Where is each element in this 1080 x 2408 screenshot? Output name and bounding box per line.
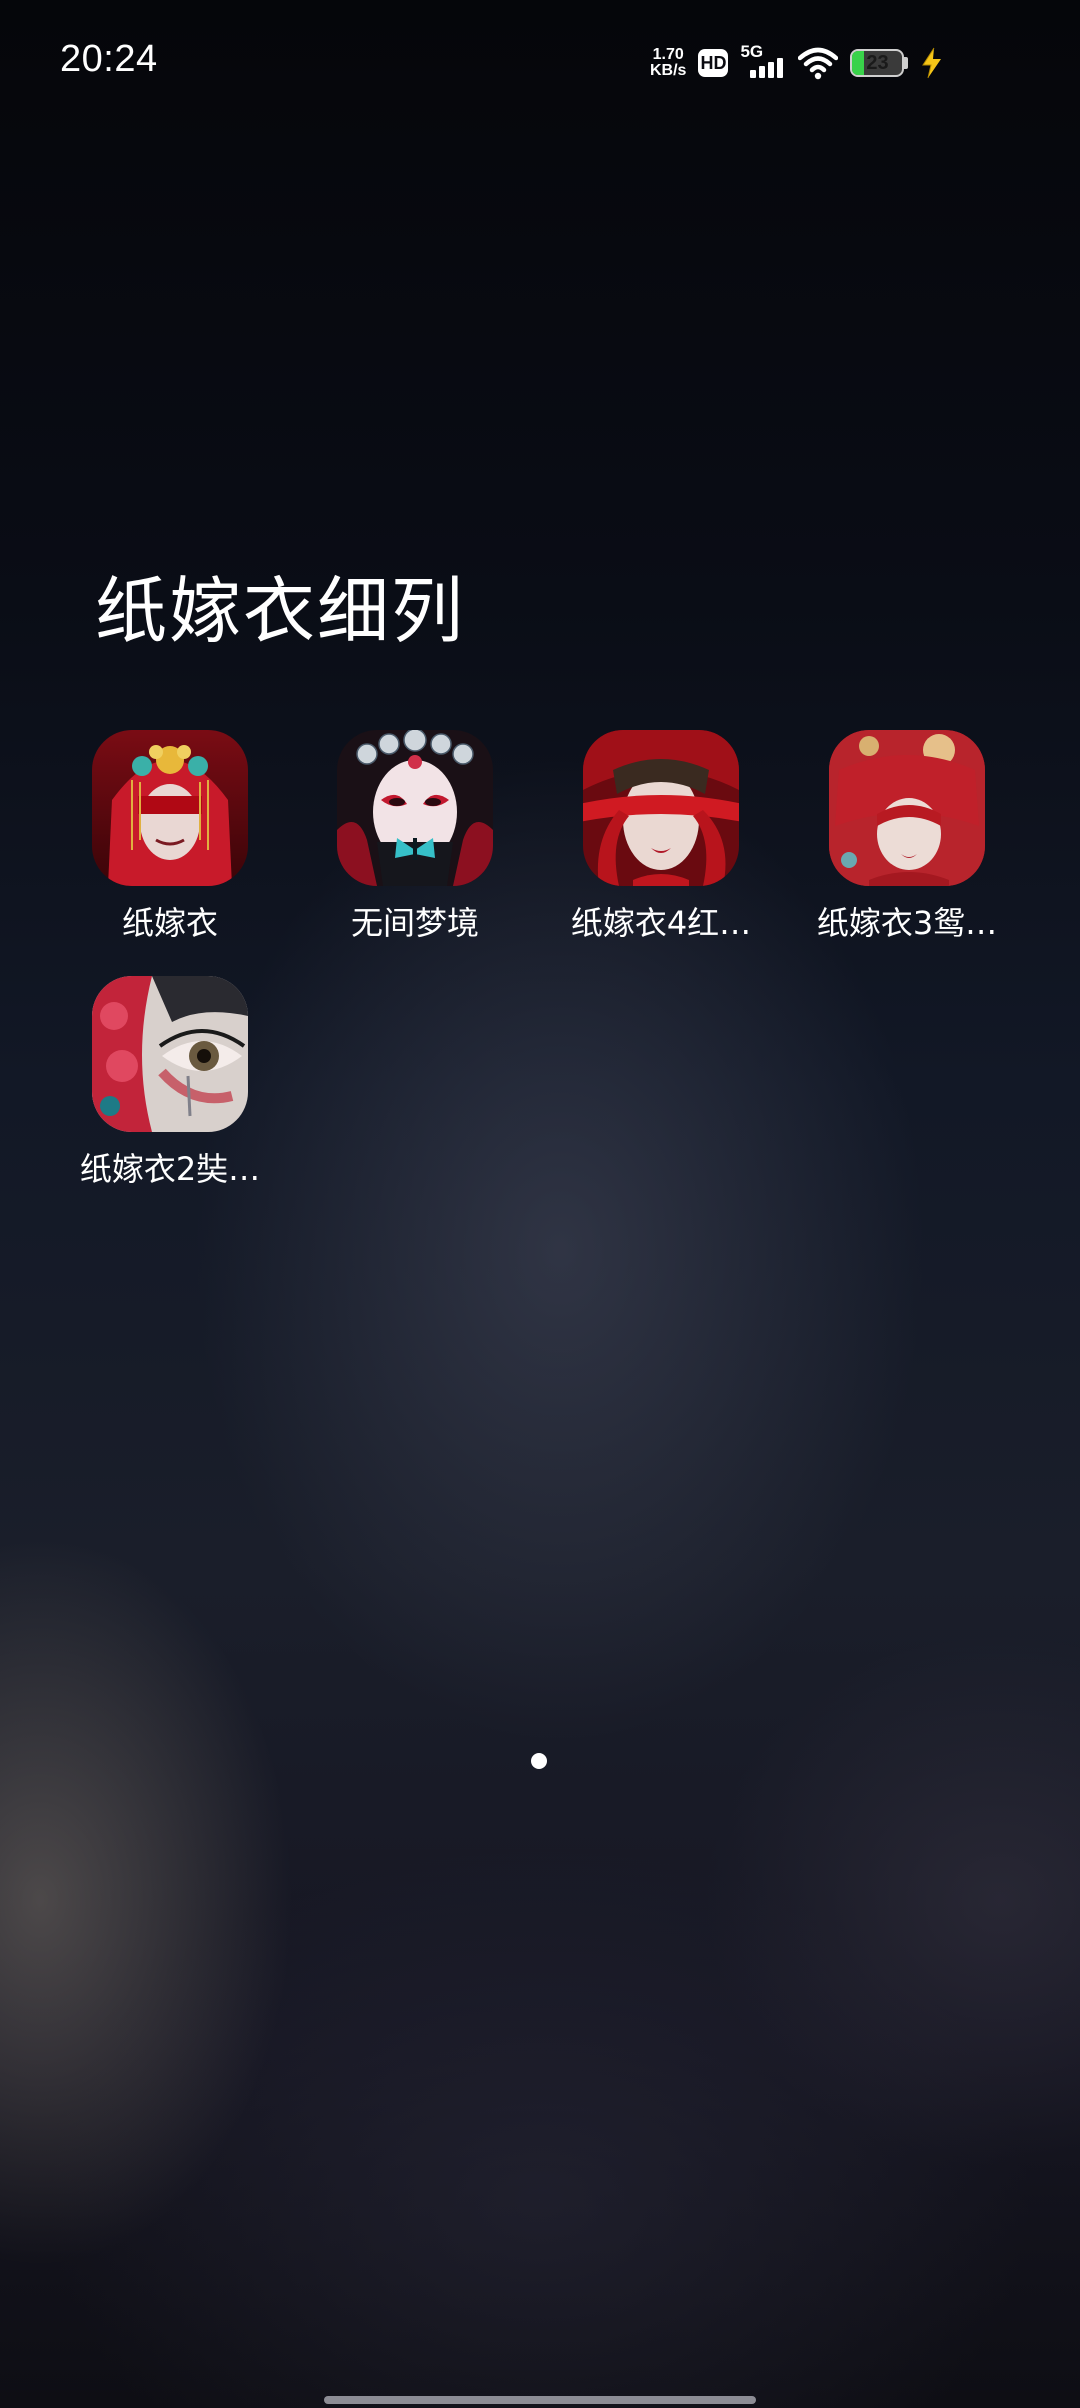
status-bar: 20:24 1.70 KB/s HD 5G 23: [0, 0, 1080, 120]
red-veil-woman-icon[interactable]: [829, 730, 985, 886]
network-speed: 1.70 KB/s: [650, 47, 686, 79]
charging-bolt-icon: [922, 47, 942, 79]
battery-body: 23: [850, 49, 905, 77]
app-zhijiayi-3[interactable]: 纸嫁衣3鸳…: [797, 730, 1017, 944]
wifi-icon: [798, 47, 839, 80]
blindfolded-woman-icon[interactable]: [583, 730, 739, 886]
page-indicator-dot: [531, 1753, 547, 1769]
status-icons: 1.70 KB/s HD 5G 23: [650, 40, 944, 86]
signal-5g-icon: 5G: [740, 42, 786, 80]
battery-level: 23: [866, 51, 889, 74]
folder-title[interactable]: 纸嫁衣细列: [95, 552, 465, 657]
app-label: 纸嫁衣2奘…: [79, 1150, 261, 1188]
home-indicator-bar[interactable]: [324, 2396, 756, 2404]
painted-face-eye-icon[interactable]: [92, 976, 248, 1132]
signal-bar: [759, 66, 766, 78]
app-zhijiayi-2[interactable]: 纸嫁衣2奘…: [60, 976, 280, 1190]
network-type-label: 5G: [740, 42, 764, 61]
app-label: 无间梦境: [350, 904, 479, 942]
battery-cap: [904, 57, 909, 69]
app-label: 纸嫁衣3鸳…: [816, 904, 998, 942]
status-time: 20:24: [60, 38, 158, 80]
home-screen: 20:24 1.70 KB/s HD 5G 23 纸嫁衣细列 纸嫁衣 无间梦境 …: [0, 0, 1080, 2408]
app-zhijiayi-4[interactable]: 纸嫁衣4红…: [551, 730, 771, 944]
app-label: 纸嫁衣: [121, 904, 218, 942]
opera-mask-butterfly-icon[interactable]: [337, 730, 493, 886]
signal-bar: [768, 62, 775, 78]
network-speed-unit: KB/s: [650, 62, 687, 79]
hd-icon: HD: [698, 49, 729, 77]
app-label: 纸嫁衣4红…: [570, 904, 752, 942]
signal-bar: [777, 58, 784, 78]
app-zhijiayi[interactable]: 纸嫁衣: [60, 730, 280, 944]
app-wujian-mengjing[interactable]: 无间梦境: [305, 730, 525, 944]
network-speed-value: 1.70: [652, 46, 684, 63]
signal-bar: [750, 70, 757, 78]
bride-red-veil-icon[interactable]: [92, 730, 248, 886]
battery-icon: 23: [850, 49, 909, 77]
